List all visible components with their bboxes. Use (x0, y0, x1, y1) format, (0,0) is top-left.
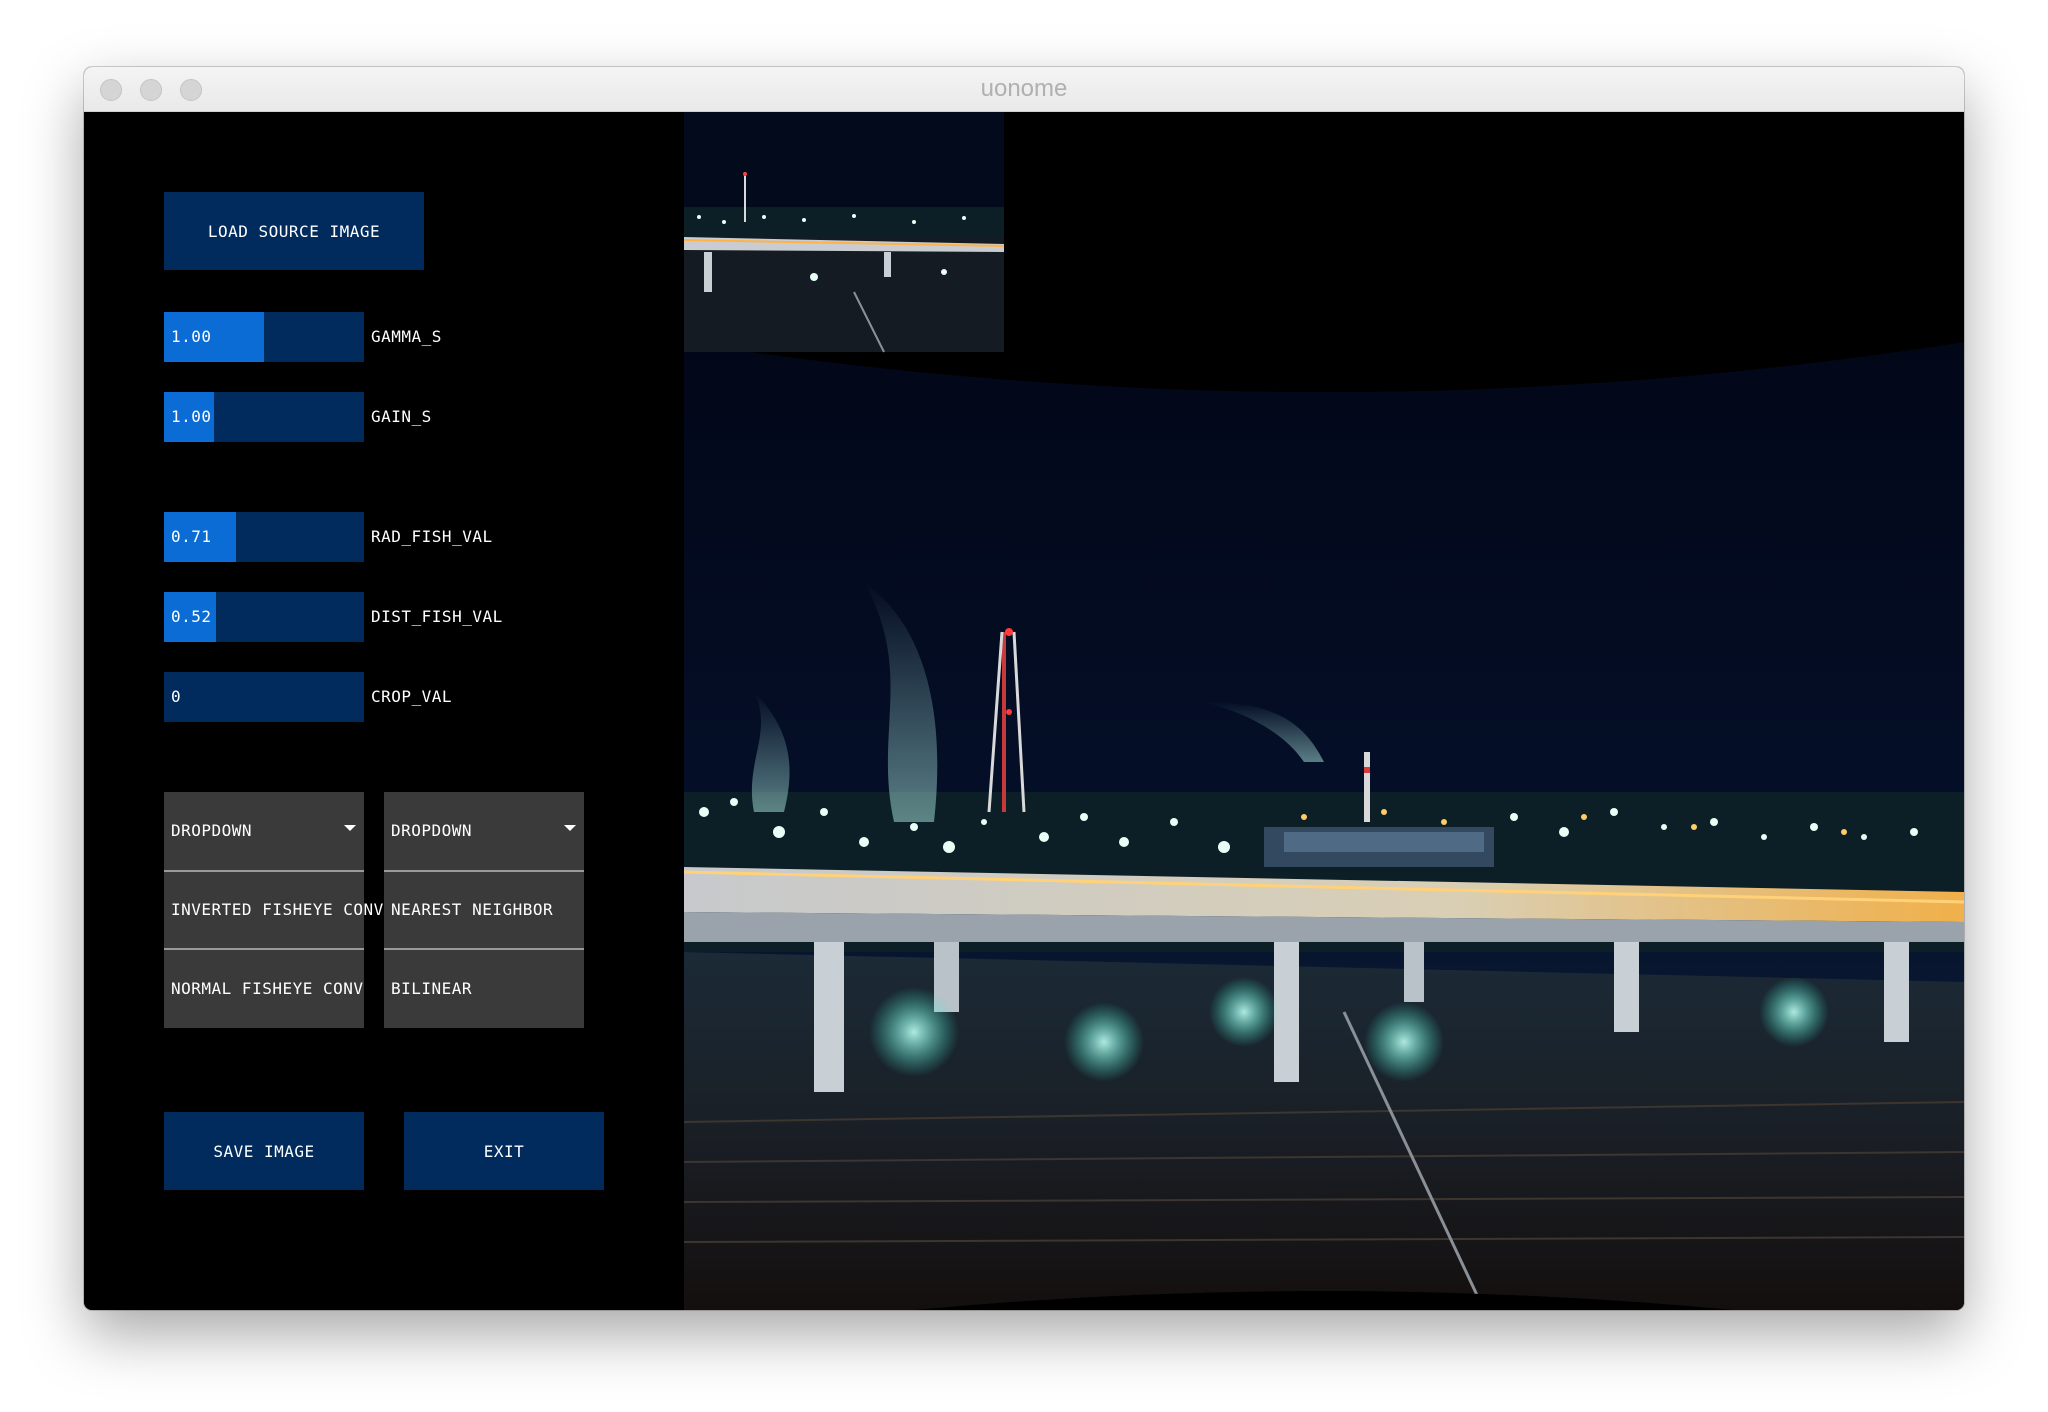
rad-fish-slider-value: 0.71 (171, 527, 212, 546)
image-canvas (684, 112, 1964, 1310)
crop-slider[interactable]: 0 (164, 672, 364, 722)
interpolation-dropdown-label: DROPDOWN (391, 821, 473, 840)
dropdown-option-label: NEAREST NEIGHBOR (391, 900, 554, 919)
dropdown-option-bilinear[interactable]: BILINEAR (384, 950, 584, 1028)
gamma-slider-label: GAMMA_S (371, 327, 442, 346)
exit-label: EXIT (483, 1141, 525, 1161)
dropdown-option-label: BILINEAR (391, 979, 473, 998)
dropdown-option-normal-fisheye[interactable]: NORMAL FISHEYE CONV (164, 950, 364, 1028)
app-window: uonome LOAD SOURCE IMAGE 1.00 GAMMA_S 1.… (84, 67, 1964, 1310)
gain-slider-label: GAIN_S (371, 407, 432, 426)
window-title: uonome (980, 75, 1068, 102)
dropdown-option-label: INVERTED FISHEYE CONV (171, 900, 384, 919)
image-viewer (684, 112, 1964, 1310)
dist-fish-slider-label: DIST_FISH_VAL (371, 607, 503, 626)
gain-slider-value: 1.00 (171, 407, 212, 426)
crop-slider-value: 0 (171, 687, 182, 706)
save-image-label: SAVE IMAGE (213, 1141, 315, 1161)
conversion-dropdown-label: DROPDOWN (171, 821, 253, 840)
load-source-image-label: LOAD SOURCE IMAGE (207, 221, 381, 241)
dropdown-option-inverted-fisheye[interactable]: INVERTED FISHEYE CONV (164, 872, 383, 948)
app-content: LOAD SOURCE IMAGE 1.00 GAMMA_S 1.00 GAIN… (84, 112, 1964, 1310)
dropdown-option-label: NORMAL FISHEYE CONV (171, 979, 364, 998)
gamma-slider[interactable]: 1.00 (164, 312, 364, 362)
conversion-dropdown[interactable]: DROPDOWN (164, 792, 364, 870)
gain-slider[interactable]: 1.00 (164, 392, 364, 442)
dropdown-option-nearest-neighbor[interactable]: NEAREST NEIGHBOR (384, 872, 584, 948)
dist-fish-slider-value: 0.52 (171, 607, 212, 626)
save-image-button[interactable]: SAVE IMAGE (164, 1112, 364, 1190)
load-source-image-button[interactable]: LOAD SOURCE IMAGE (164, 192, 424, 270)
thumbnail-preview (684, 112, 1005, 353)
rad-fish-slider[interactable]: 0.71 (164, 512, 364, 562)
gamma-slider-value: 1.00 (171, 327, 212, 346)
rad-fish-slider-label: RAD_FISH_VAL (371, 527, 493, 546)
exit-button[interactable]: EXIT (404, 1112, 604, 1190)
dist-fish-slider[interactable]: 0.52 (164, 592, 364, 642)
title-bar: uonome (84, 67, 1964, 112)
caret-down-icon (344, 825, 356, 831)
caret-down-icon (564, 825, 576, 831)
crop-slider-label: CROP_VAL (371, 687, 453, 706)
interpolation-dropdown[interactable]: DROPDOWN (384, 792, 584, 870)
